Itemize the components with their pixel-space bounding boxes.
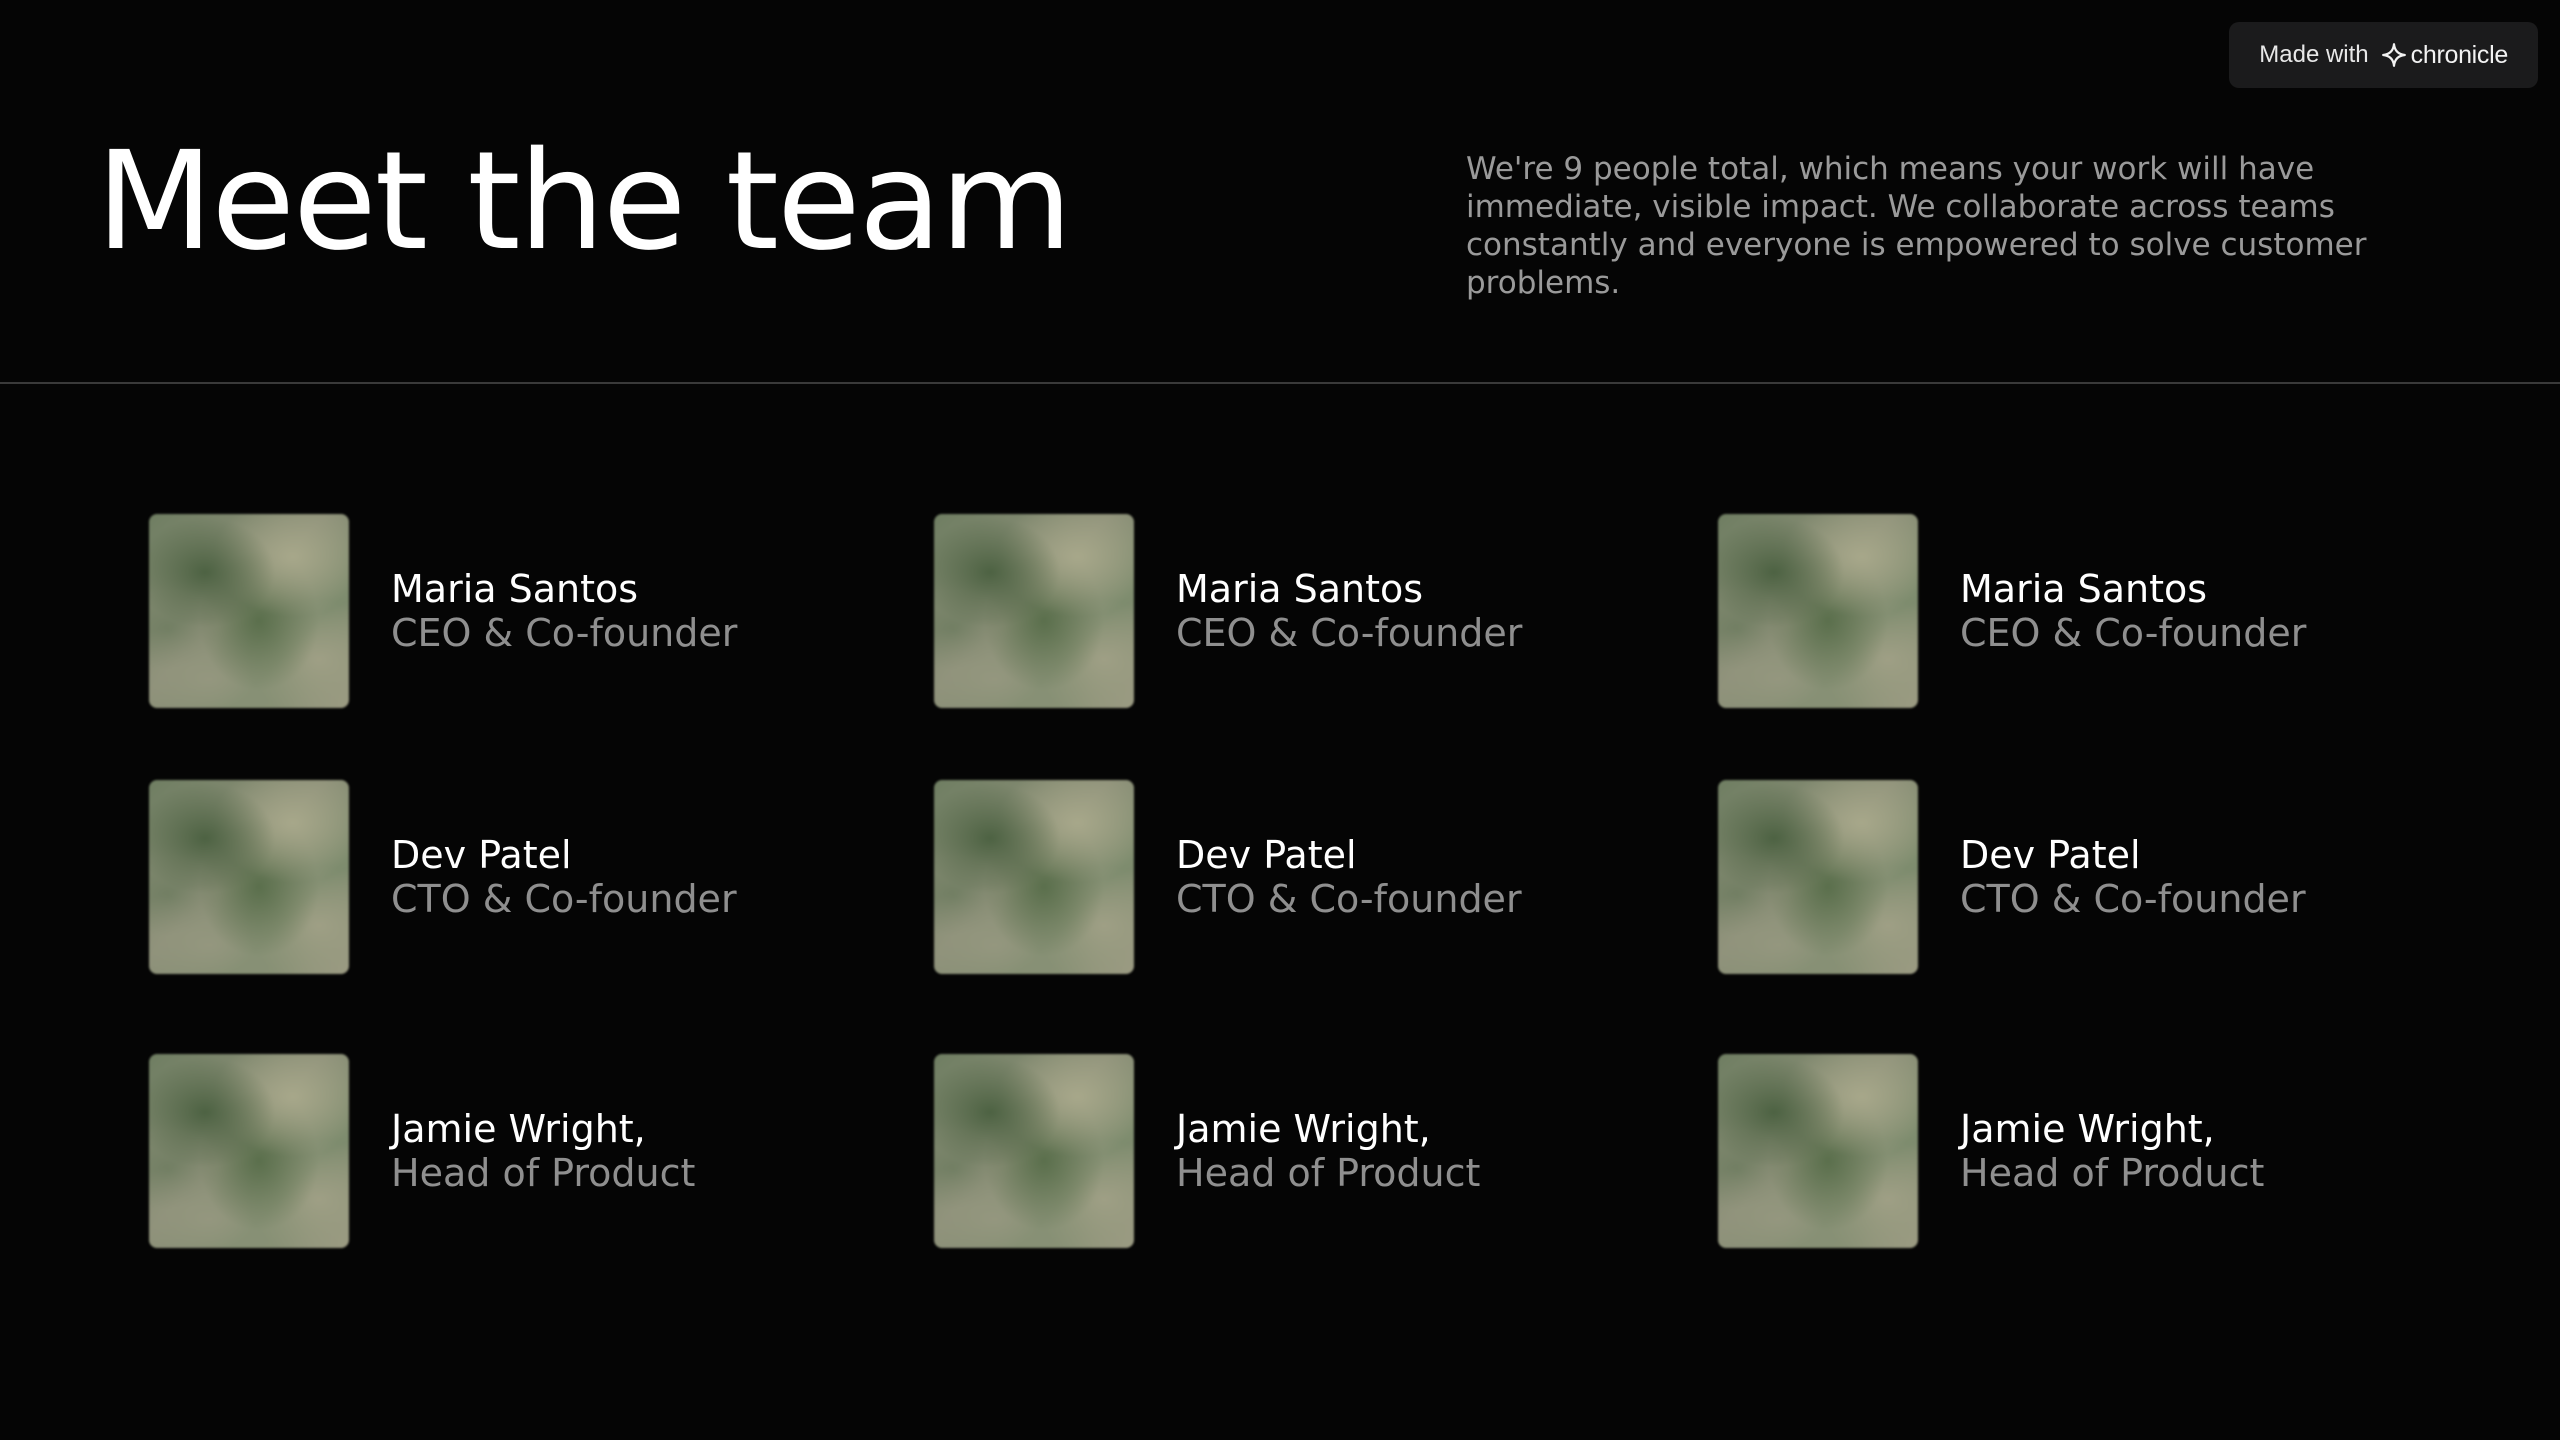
team-member-card: Jamie Wright, Head of Product [149, 1054, 695, 1248]
member-name: Dev Patel [391, 833, 572, 877]
member-photo [1718, 514, 1918, 708]
member-photo [149, 780, 349, 974]
member-name: Maria Santos [1960, 567, 2208, 611]
member-info: Dev Patel CTO & Co-founder [1176, 833, 1522, 921]
team-grid: Maria Santos CEO & Co-founder Maria Sant… [0, 0, 2560, 1440]
member-role: CTO & Co-founder [1960, 877, 2306, 921]
slide: Made with chronicle Meet the team We're … [0, 0, 2560, 1440]
member-info: Jamie Wright, Head of Product [1176, 1107, 1480, 1195]
member-info: Maria Santos CEO & Co-founder [1960, 567, 2306, 655]
member-role: CEO & Co-founder [1176, 611, 1523, 655]
member-info: Dev Patel CTO & Co-founder [391, 833, 737, 921]
member-role: Head of Product [391, 1151, 696, 1195]
member-info: Maria Santos CEO & Co-founder [1176, 567, 1522, 655]
member-info: Maria Santos CEO & Co-founder [391, 567, 737, 655]
team-member-card: Dev Patel CTO & Co-founder [1718, 780, 2306, 974]
member-name: Maria Santos [391, 567, 639, 611]
member-photo [1718, 780, 1918, 974]
team-member-card: Maria Santos CEO & Co-founder [1718, 514, 2306, 708]
member-info: Jamie Wright, Head of Product [1960, 1107, 2264, 1195]
member-photo [934, 780, 1134, 974]
member-info: Jamie Wright, Head of Product [391, 1107, 695, 1195]
member-role: CTO & Co-founder [391, 877, 737, 921]
member-name: Jamie Wright, [1960, 1107, 2215, 1151]
team-member-card: Jamie Wright, Head of Product [1718, 1054, 2264, 1248]
member-role: CEO & Co-founder [1960, 611, 2307, 655]
member-info: Dev Patel CTO & Co-founder [1960, 833, 2306, 921]
member-photo [1718, 1054, 1918, 1248]
member-role: CTO & Co-founder [1176, 877, 1522, 921]
member-photo [934, 1054, 1134, 1248]
team-member-card: Jamie Wright, Head of Product [934, 1054, 1480, 1248]
member-photo [934, 514, 1134, 708]
team-member-card: Dev Patel CTO & Co-founder [934, 780, 1522, 974]
member-name: Dev Patel [1176, 833, 1357, 877]
member-name: Jamie Wright, [391, 1107, 646, 1151]
team-member-card: Dev Patel CTO & Co-founder [149, 780, 737, 974]
member-name: Dev Patel [1960, 833, 2141, 877]
member-name: Jamie Wright, [1176, 1107, 1431, 1151]
member-photo [149, 1054, 349, 1248]
member-name: Maria Santos [1176, 567, 1424, 611]
member-role: Head of Product [1176, 1151, 1481, 1195]
team-member-card: Maria Santos CEO & Co-founder [149, 514, 737, 708]
member-role: CEO & Co-founder [391, 611, 738, 655]
member-photo [149, 514, 349, 708]
member-role: Head of Product [1960, 1151, 2265, 1195]
team-member-card: Maria Santos CEO & Co-founder [934, 514, 1522, 708]
